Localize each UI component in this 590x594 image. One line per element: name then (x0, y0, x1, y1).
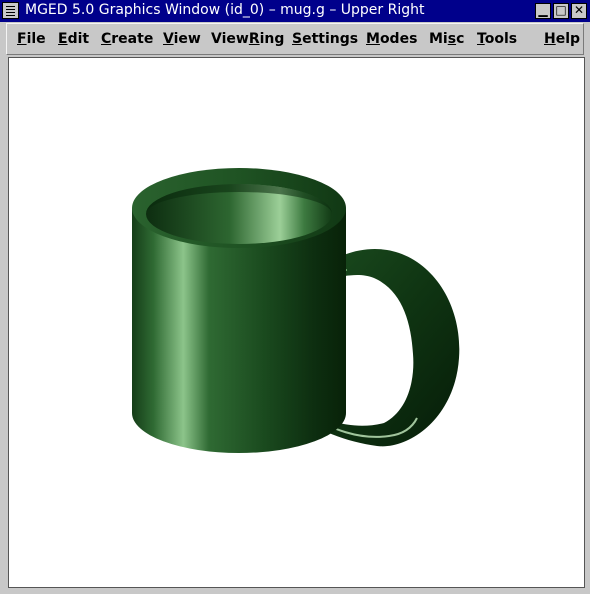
mug-render (132, 168, 460, 453)
menu-help[interactable]: Help (544, 31, 580, 48)
window-menu-icon[interactable] (2, 2, 19, 19)
menu-view[interactable]: View (163, 31, 201, 48)
title-bar[interactable]: MGED 5.0 Graphics Window (id_0) – mug.g … (0, 0, 590, 22)
menu-misc[interactable]: Misc (429, 31, 464, 48)
window-frame-left (0, 22, 6, 594)
minimize-button[interactable]: ▁ (535, 3, 551, 19)
maximize-icon: □ (555, 3, 567, 17)
menu-file[interactable]: File (17, 31, 46, 48)
menu-settings[interactable]: Settings (292, 31, 358, 48)
close-icon: ✕ (573, 3, 585, 17)
menu-modes[interactable]: Modes (366, 31, 417, 48)
menu-create[interactable]: Create (101, 31, 153, 48)
menu-tools[interactable]: Tools (477, 31, 517, 48)
window-frame-right (585, 22, 590, 594)
close-button[interactable]: ✕ (571, 3, 587, 19)
maximize-button[interactable]: □ (553, 3, 569, 19)
menu-viewring[interactable]: ViewRing (211, 31, 284, 48)
minimize-icon: ▁ (538, 3, 548, 17)
menu-edit[interactable]: Edit (58, 31, 89, 48)
menu-bar: File Edit Create View ViewRing Settings … (6, 23, 584, 55)
graphics-canvas[interactable] (8, 57, 585, 588)
window-title: MGED 5.0 Graphics Window (id_0) – mug.g … (25, 2, 425, 18)
